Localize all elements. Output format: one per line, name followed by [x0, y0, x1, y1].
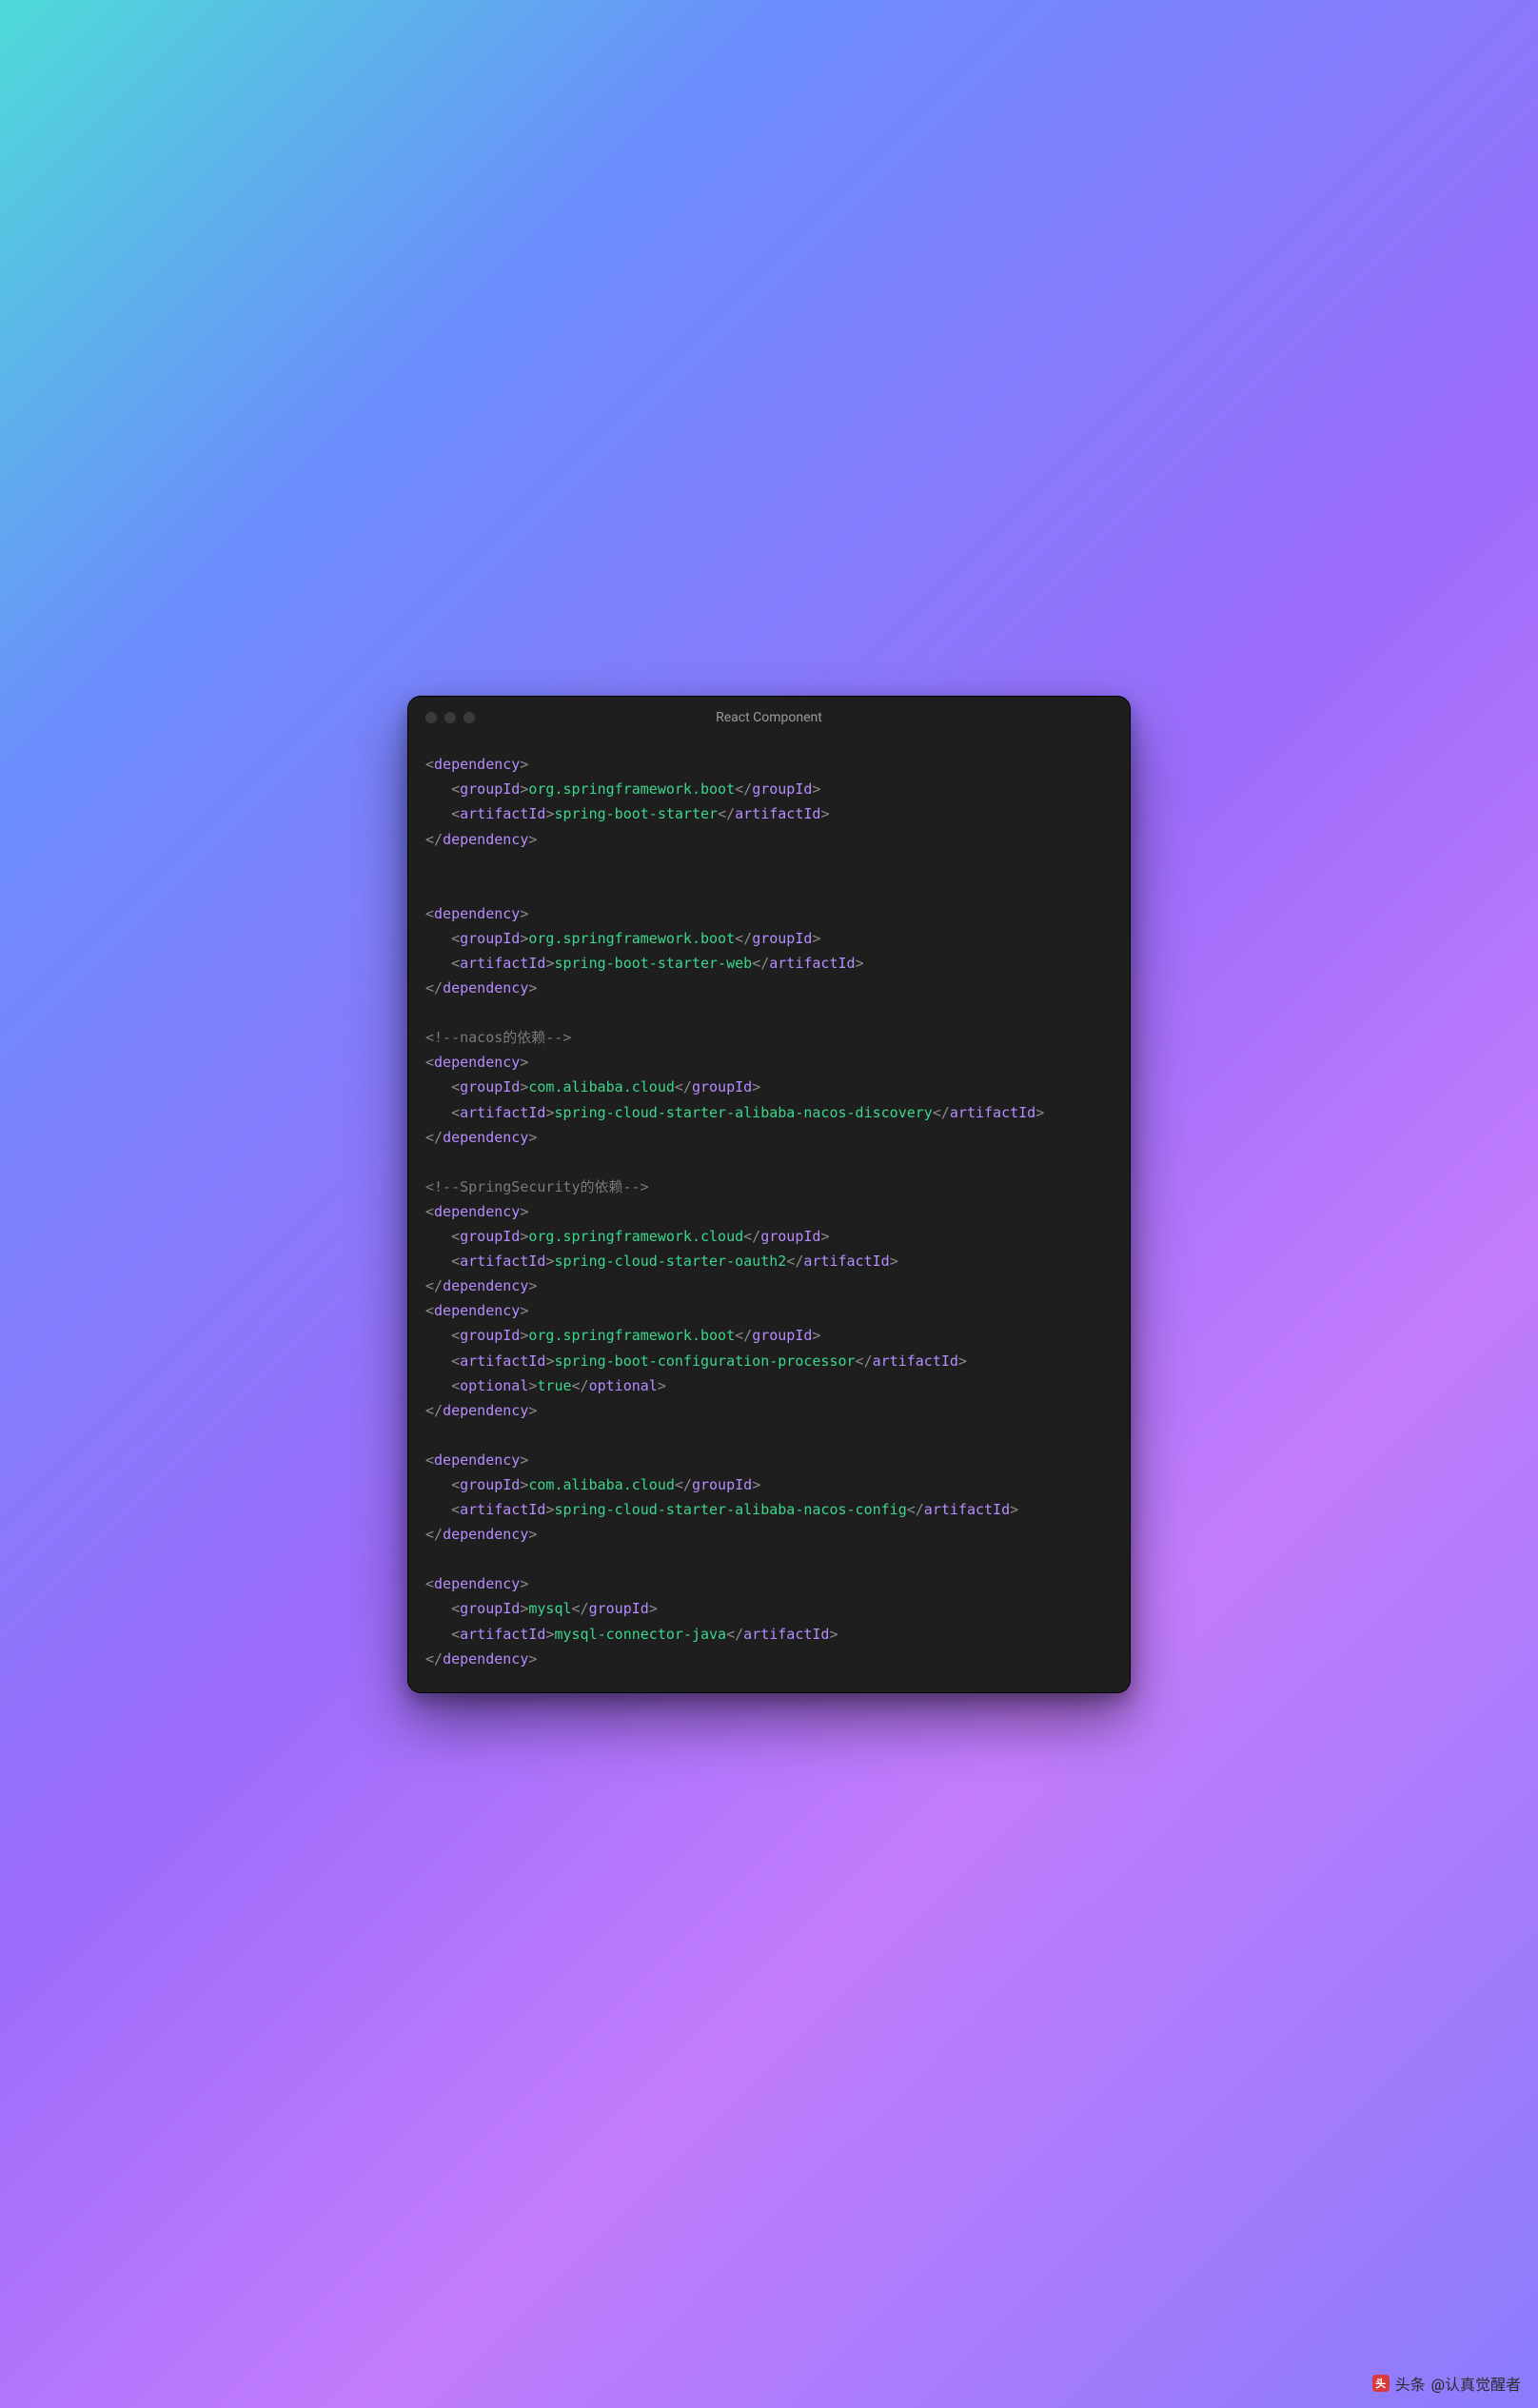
- maximize-icon[interactable]: [463, 712, 475, 723]
- code-window: React Component <dependency> <groupId>or…: [407, 696, 1131, 1692]
- watermark: 头 头条 @认真觉醒者: [1372, 2372, 1521, 2395]
- toutiao-logo-icon: 头: [1372, 2375, 1390, 2392]
- code-content: <dependency> <groupId>org.springframewor…: [408, 739, 1130, 1691]
- window-title: React Component: [408, 710, 1130, 725]
- watermark-handle: @认真觉醒者: [1431, 2372, 1521, 2395]
- traffic-lights: [408, 712, 475, 723]
- window-titlebar: React Component: [408, 697, 1130, 739]
- minimize-icon[interactable]: [444, 712, 456, 723]
- watermark-brand: 头条: [1395, 2372, 1426, 2395]
- close-icon[interactable]: [425, 712, 437, 723]
